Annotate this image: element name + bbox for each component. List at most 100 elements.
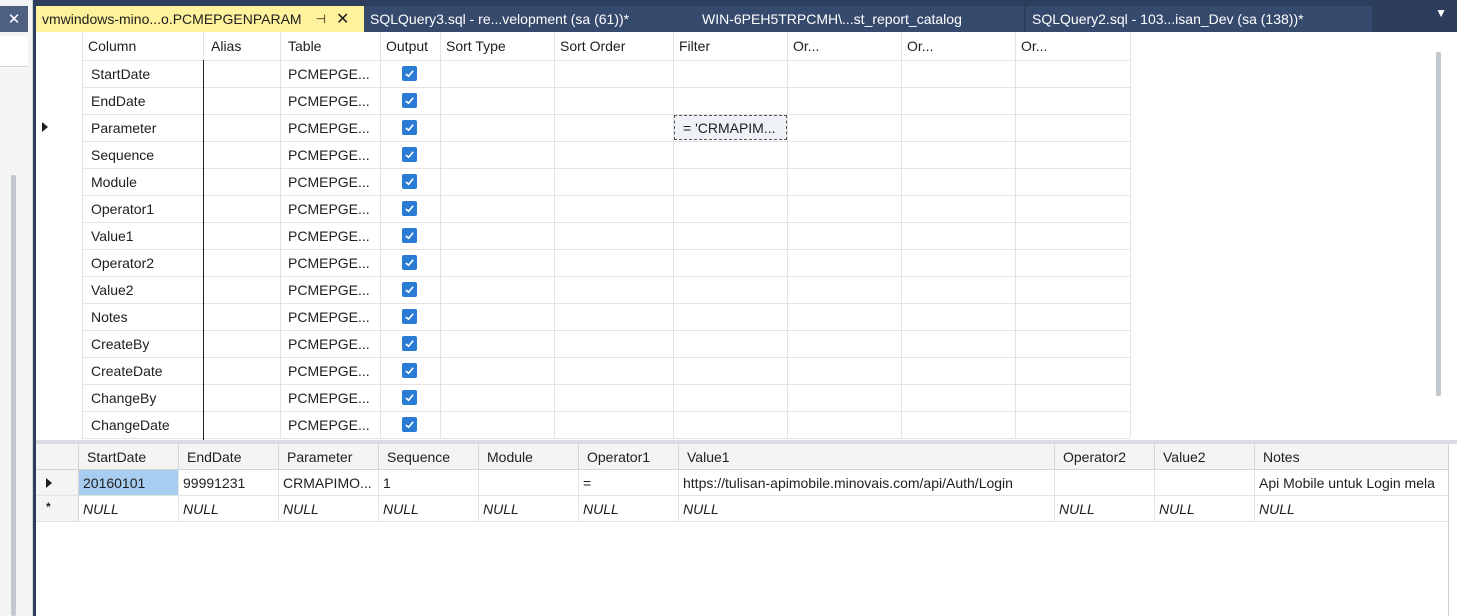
criteria-filter-cell[interactable] [673,303,787,330]
criteria-sort-order-cell[interactable] [554,330,673,357]
results-cell-parameter[interactable]: NULL [279,496,379,522]
criteria-or-1-cell[interactable] [787,249,901,276]
criteria-or-1-cell[interactable] [787,222,901,249]
criteria-or-1-cell[interactable] [787,60,901,87]
results-cell-operator1[interactable]: NULL [579,496,679,522]
criteria-table-cell[interactable]: PCMEPGE... [288,87,380,114]
criteria-or-2-cell[interactable] [901,141,1015,168]
criteria-filter-cell[interactable] [673,222,787,249]
criteria-header-sort-order[interactable]: Sort Order [560,32,673,60]
criteria-column-cell[interactable]: Notes [91,303,203,330]
criteria-row[interactable]: Value1 PCMEPGE... [36,222,1130,249]
output-checkbox[interactable] [402,363,417,378]
results-cell-value2[interactable]: NULL [1155,496,1255,522]
criteria-sort-type-cell[interactable] [440,330,554,357]
criteria-column-cell[interactable]: EndDate [91,87,203,114]
criteria-or-3-cell[interactable] [1015,114,1130,141]
output-checkbox[interactable] [402,120,417,135]
criteria-sort-type-cell[interactable] [440,87,554,114]
criteria-sort-order-cell[interactable] [554,276,673,303]
criteria-sort-type-cell[interactable] [440,195,554,222]
criteria-table-cell[interactable]: PCMEPGE... [288,249,380,276]
results-cell-value1[interactable]: https://tulisan-apimobile.minovais.com/a… [679,470,1055,496]
criteria-filter-cell[interactable] [673,168,787,195]
criteria-sort-order-cell[interactable] [554,303,673,330]
criteria-or-3-cell[interactable] [1015,141,1130,168]
results-header-notes[interactable]: Notes [1255,444,1457,470]
criteria-or-3-cell[interactable] [1015,87,1130,114]
tab-overflow-dropdown-icon[interactable]: ▼ [1435,6,1447,20]
criteria-row[interactable]: CreateDate PCMEPGE... [36,357,1130,384]
criteria-or-1-cell[interactable] [787,114,901,141]
criteria-row[interactable]: EndDate PCMEPGE... [36,87,1130,114]
criteria-row[interactable]: Module PCMEPGE... [36,168,1130,195]
left-panel-scrollbar[interactable] [11,175,16,616]
criteria-alias-cell[interactable] [205,141,280,168]
criteria-or-3-cell[interactable] [1015,168,1130,195]
criteria-filter-cell[interactable] [673,411,787,438]
criteria-sort-type-cell[interactable] [440,411,554,438]
results-header-enddate[interactable]: EndDate [179,444,279,470]
criteria-scrollbar-thumb[interactable] [1436,52,1441,396]
criteria-sort-order-cell[interactable] [554,249,673,276]
criteria-row[interactable]: Sequence PCMEPGE... [36,141,1130,168]
criteria-row[interactable]: Parameter PCMEPGE... = 'CRMAPIM... [36,114,1130,141]
criteria-or-1-cell[interactable] [787,168,901,195]
results-header-operator2[interactable]: Operator2 [1055,444,1155,470]
criteria-or-2-cell[interactable] [901,60,1015,87]
criteria-or-2-cell[interactable] [901,168,1015,195]
criteria-table-cell[interactable]: PCMEPGE... [288,222,380,249]
criteria-filter-cell[interactable] [673,141,787,168]
criteria-or-3-cell[interactable] [1015,276,1130,303]
filter-input[interactable]: = 'CRMAPIM... [674,115,787,140]
criteria-sort-type-cell[interactable] [440,60,554,87]
criteria-or-2-cell[interactable] [901,330,1015,357]
criteria-alias-cell[interactable] [205,411,280,438]
results-cell-enddate[interactable]: NULL [179,496,279,522]
criteria-alias-cell[interactable] [205,168,280,195]
results-row-header[interactable]: * [36,496,79,522]
criteria-filter-cell[interactable] [673,87,787,114]
close-icon[interactable]: ✕ [0,6,28,32]
results-cell-sequence[interactable]: NULL [379,496,479,522]
criteria-or-1-cell[interactable] [787,195,901,222]
criteria-table-cell[interactable]: PCMEPGE... [288,384,380,411]
results-cell-notes[interactable]: Api Mobile untuk Login mela [1255,470,1457,496]
results-header-operator1[interactable]: Operator1 [579,444,679,470]
criteria-sort-order-cell[interactable] [554,141,673,168]
results-header-parameter[interactable]: Parameter [279,444,379,470]
criteria-alias-cell[interactable] [205,222,280,249]
output-checkbox[interactable] [402,336,417,351]
results-cell-operator2[interactable]: NULL [1055,496,1155,522]
criteria-table-cell[interactable]: PCMEPGE... [288,330,380,357]
criteria-or-3-cell[interactable] [1015,411,1130,438]
criteria-alias-cell[interactable] [205,114,280,141]
output-checkbox[interactable] [402,66,417,81]
tab-report-catalog[interactable]: WIN-6PEH5TRPCMH\...st_report_catalog [700,6,1024,32]
tab-query-designer[interactable]: vmwindows-mino...o.PCMEPGENPARAM ⊣ ✕ [36,6,370,32]
criteria-column-cell[interactable]: Value2 [91,276,203,303]
tab-sqlquery3[interactable]: SQLQuery3.sql - re...velopment (sa (61))… [364,6,700,32]
results-header-value2[interactable]: Value2 [1155,444,1255,470]
criteria-alias-cell[interactable] [205,87,280,114]
results-header-sequence[interactable]: Sequence [379,444,479,470]
criteria-or-1-cell[interactable] [787,141,901,168]
criteria-column-cell[interactable]: Module [91,168,203,195]
criteria-sort-type-cell[interactable] [440,249,554,276]
criteria-or-3-cell[interactable] [1015,60,1130,87]
criteria-or-2-cell[interactable] [901,357,1015,384]
results-cell-parameter[interactable]: CRMAPIMO... [279,470,379,496]
criteria-column-cell[interactable]: Operator2 [91,249,203,276]
close-tab-icon[interactable]: ✕ [336,9,349,29]
output-checkbox[interactable] [402,309,417,324]
criteria-sort-order-cell[interactable] [554,357,673,384]
criteria-or-1-cell[interactable] [787,384,901,411]
criteria-column-cell[interactable]: Operator1 [91,195,203,222]
results-corner[interactable] [36,444,79,470]
criteria-column-cell[interactable]: ChangeBy [91,384,203,411]
criteria-alias-cell[interactable] [205,276,280,303]
criteria-filter-cell[interactable] [673,195,787,222]
criteria-alias-cell[interactable] [205,357,280,384]
output-checkbox[interactable] [402,228,417,243]
criteria-filter-cell[interactable] [673,60,787,87]
